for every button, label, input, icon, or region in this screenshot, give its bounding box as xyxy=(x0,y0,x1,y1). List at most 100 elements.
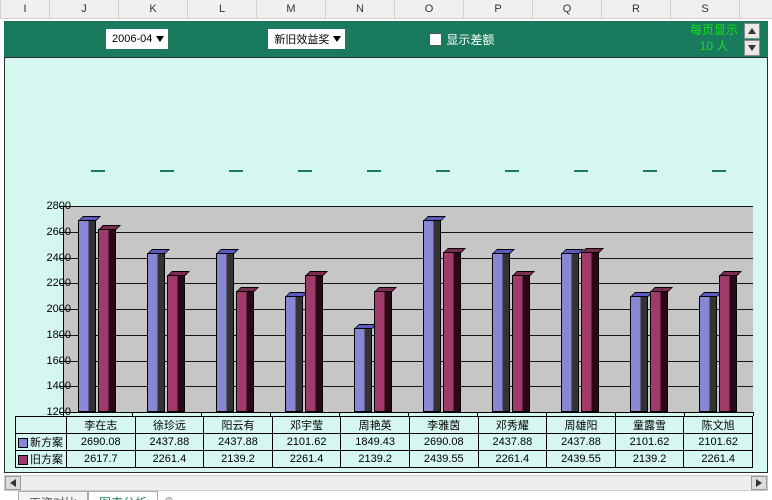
horizontal-scrollbar[interactable] xyxy=(4,475,768,491)
bar-old[interactable] xyxy=(305,275,323,412)
col-head[interactable]: I xyxy=(0,0,50,18)
marker-dash xyxy=(160,170,174,172)
bar-old[interactable] xyxy=(443,252,461,412)
value-old: 2139.2 xyxy=(341,451,410,468)
tab-salary-compare[interactable]: 工资对比 xyxy=(18,491,88,500)
scroll-left-button[interactable] xyxy=(5,476,21,490)
metric-dropdown-value: 新旧效益奖 xyxy=(274,31,329,47)
bar-old[interactable] xyxy=(650,291,668,412)
value-new: 2690.08 xyxy=(67,434,136,451)
per-page-spinner[interactable] xyxy=(744,23,760,56)
bar-new[interactable] xyxy=(216,253,234,412)
category-header: 邓秀耀 xyxy=(478,417,547,434)
x-axis xyxy=(63,412,753,413)
y-tick-label: 2200 xyxy=(23,277,71,289)
caret-down-icon xyxy=(156,36,164,42)
bar-new[interactable] xyxy=(354,328,372,412)
col-head[interactable]: M xyxy=(257,0,326,18)
bar-old[interactable] xyxy=(581,252,599,412)
bar-old[interactable] xyxy=(374,291,392,412)
tab-chart-analysis[interactable]: 图表分析 xyxy=(88,491,158,500)
value-old: 2261.4 xyxy=(684,451,753,468)
bar-new[interactable] xyxy=(78,220,96,412)
marker-dash xyxy=(505,170,519,172)
legend-new[interactable]: 新方案 xyxy=(16,434,67,451)
bar-old[interactable] xyxy=(236,291,254,412)
marker-dash xyxy=(298,170,312,172)
column-header-row: I J K L M N O P Q R S xyxy=(0,0,772,19)
value-new: 1849.43 xyxy=(341,434,410,451)
bar-old[interactable] xyxy=(719,275,737,412)
value-old: 2439.55 xyxy=(409,451,478,468)
col-head[interactable]: O xyxy=(395,0,464,18)
table-corner xyxy=(16,417,67,434)
category-header: 阳云有 xyxy=(204,417,273,434)
marker-dash xyxy=(643,170,657,172)
category-header: 周雄阳 xyxy=(547,417,616,434)
value-new: 2690.08 xyxy=(409,434,478,451)
value-old: 2261.4 xyxy=(272,451,341,468)
value-old: 2261.4 xyxy=(135,451,204,468)
bar-new[interactable] xyxy=(147,253,165,412)
bar-old[interactable] xyxy=(167,275,185,412)
legend-old[interactable]: 旧方案 xyxy=(16,451,67,468)
bar-new[interactable] xyxy=(699,296,717,412)
scroll-right-button[interactable] xyxy=(751,476,767,490)
control-bar: 2006-04 新旧效益奖 显示差额 每页显示 10 人 xyxy=(4,21,768,57)
marker-dash xyxy=(436,170,450,172)
value-new: 2101.62 xyxy=(272,434,341,451)
bar-new[interactable] xyxy=(423,220,441,412)
bar-old[interactable] xyxy=(512,275,530,412)
date-dropdown-value: 2006-04 xyxy=(112,33,152,45)
add-sheet-button[interactable]: ⊕ xyxy=(158,491,180,500)
y-tick-label: 1400 xyxy=(23,380,71,392)
col-head[interactable]: S xyxy=(671,0,740,18)
category-header: 李雅茵 xyxy=(409,417,478,434)
bar-new[interactable] xyxy=(630,296,648,412)
bar-old[interactable] xyxy=(98,229,116,412)
bar-new[interactable] xyxy=(492,253,510,412)
y-tick-label: 2000 xyxy=(23,303,71,315)
marker-dash xyxy=(367,170,381,172)
category-header: 徐珍远 xyxy=(135,417,204,434)
value-new: 2437.88 xyxy=(478,434,547,451)
caret-down-icon xyxy=(333,36,341,42)
marker-dash xyxy=(712,170,726,172)
spinner-up-button[interactable] xyxy=(744,23,760,39)
col-head[interactable]: J xyxy=(50,0,119,18)
marker-dash xyxy=(91,170,105,172)
value-new: 2437.88 xyxy=(204,434,273,451)
per-page-label: 每页显示 10 人 xyxy=(690,23,738,54)
value-old: 2139.2 xyxy=(615,451,684,468)
col-head[interactable]: R xyxy=(602,0,671,18)
value-new: 2437.88 xyxy=(135,434,204,451)
date-dropdown[interactable]: 2006-04 xyxy=(106,29,168,49)
y-tick-label: 2600 xyxy=(23,226,71,238)
value-new: 2101.62 xyxy=(615,434,684,451)
value-old: 2139.2 xyxy=(204,451,273,468)
col-head[interactable]: K xyxy=(119,0,188,18)
metric-dropdown[interactable]: 新旧效益奖 xyxy=(268,29,345,49)
value-old: 2261.4 xyxy=(478,451,547,468)
sheet-tabs: 工资对比 图表分析 ⊕ xyxy=(0,491,772,500)
value-new: 2101.62 xyxy=(684,434,753,451)
spinner-down-button[interactable] xyxy=(744,40,760,56)
bar-new[interactable] xyxy=(285,296,303,412)
col-head[interactable]: N xyxy=(326,0,395,18)
plot-area xyxy=(63,206,753,412)
bar-new[interactable] xyxy=(561,253,579,412)
value-old: 2439.55 xyxy=(547,451,616,468)
category-header: 童露雪 xyxy=(615,417,684,434)
y-tick-label: 2800 xyxy=(23,200,71,212)
show-diff-checkbox[interactable]: 显示差额 xyxy=(429,31,494,48)
y-tick-label: 1600 xyxy=(23,355,71,367)
col-head[interactable]: P xyxy=(464,0,533,18)
col-head[interactable]: L xyxy=(188,0,257,18)
category-header: 邓宇莹 xyxy=(272,417,341,434)
col-head[interactable]: Q xyxy=(533,0,602,18)
marker-dash xyxy=(574,170,588,172)
chart-data-table: 李在志徐珍远阳云有邓宇莹周艳英李雅茵邓秀耀周雄阳童露雪陈文旭新方案2690.08… xyxy=(15,416,753,468)
category-header: 陈文旭 xyxy=(684,417,753,434)
chart-area: 120014001600180020002200240026002800 李在志… xyxy=(4,57,768,473)
y-tick-label: 1800 xyxy=(23,329,71,341)
